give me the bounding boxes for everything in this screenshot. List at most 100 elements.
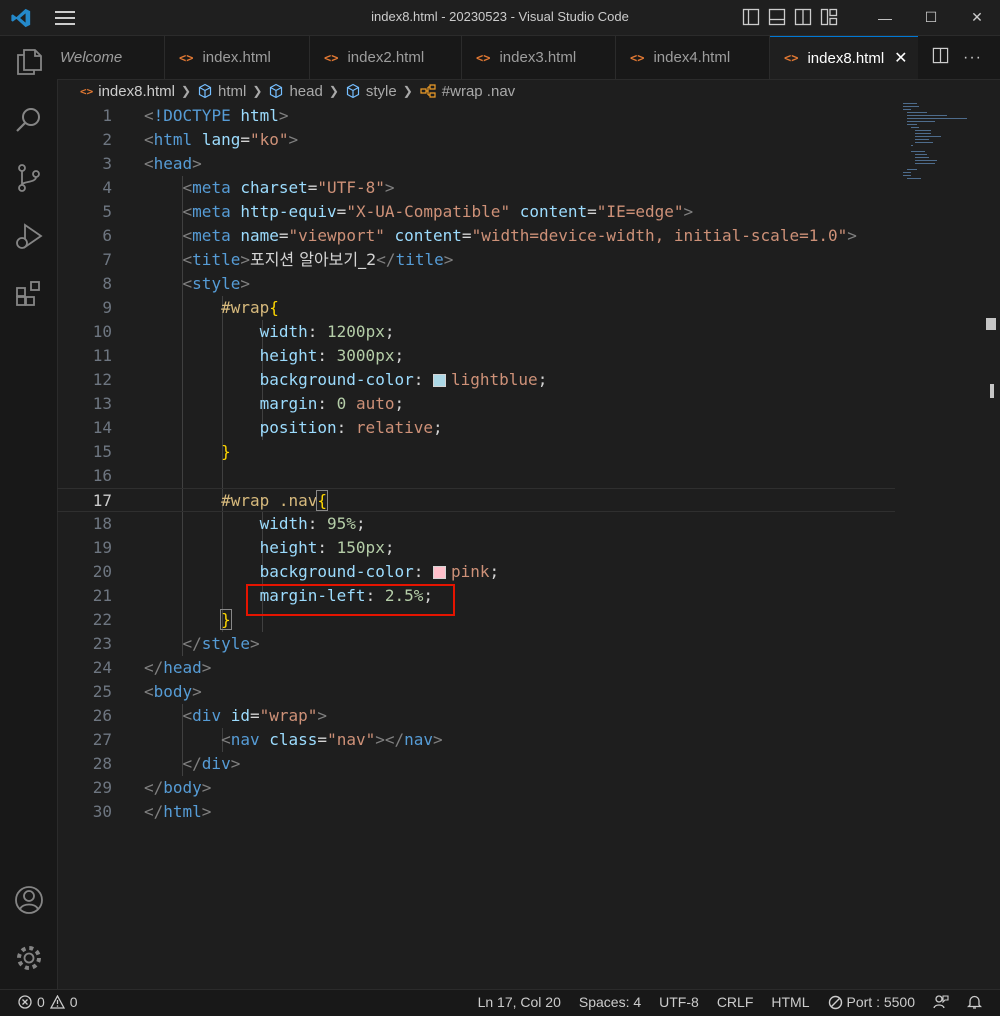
tab-label: index2.html xyxy=(347,49,425,66)
code-line: 23 </style> xyxy=(57,632,895,656)
line-number: 22 xyxy=(92,610,112,629)
line-number: 10 xyxy=(92,322,112,341)
toggle-panel-icon[interactable] xyxy=(768,8,786,26)
line-number: 15 xyxy=(92,442,112,461)
minimap[interactable] xyxy=(895,101,985,181)
breadcrumb-selector[interactable]: #wrap .nav xyxy=(419,83,515,100)
search-icon[interactable] xyxy=(13,104,45,136)
color-swatch-icon[interactable] xyxy=(432,566,446,579)
language-mode[interactable]: HTML xyxy=(771,994,809,1010)
breadcrumb-file[interactable]: <> index8.html xyxy=(80,83,175,100)
line-number: 30 xyxy=(92,802,112,821)
toggle-secondary-sidebar-icon[interactable] xyxy=(794,8,812,26)
code-editor[interactable]: 1 <!DOCTYPE html> 2 <html lang="ko"> 3 <hea… xyxy=(57,104,952,989)
line-number: 29 xyxy=(92,778,112,797)
breadcrumb-html[interactable]: html xyxy=(197,83,246,100)
tab-index8[interactable]: <> index8.html ✕ xyxy=(770,36,922,79)
code-line: 8 <style> xyxy=(57,272,895,296)
run-debug-icon[interactable] xyxy=(13,220,45,252)
warning-icon xyxy=(49,995,65,1009)
problems-indicator[interactable]: 0 0 xyxy=(18,994,78,1010)
line-number: 14 xyxy=(92,418,112,437)
highlight-annotation-box xyxy=(246,584,455,616)
line-number: 12 xyxy=(92,370,112,389)
circle-slash-icon xyxy=(828,995,842,1009)
explorer-icon[interactable] xyxy=(13,46,45,78)
tab-index4[interactable]: <> index4.html xyxy=(616,36,770,79)
close-icon[interactable]: ✕ xyxy=(954,0,1000,35)
scrollbar-marker xyxy=(990,384,994,398)
port-label: Port : 5500 xyxy=(846,994,916,1010)
line-number: 28 xyxy=(92,754,112,773)
end-of-line[interactable]: CRLF xyxy=(717,994,754,1010)
customize-layout-icon[interactable] xyxy=(820,8,838,26)
code-line: 19 height: 150px; xyxy=(57,536,895,560)
element-cube-icon xyxy=(198,83,212,99)
line-number: 20 xyxy=(92,562,112,581)
color-swatch-icon[interactable] xyxy=(432,374,446,387)
code-line: 2 <html lang="ko"> xyxy=(57,128,895,152)
breadcrumb-label: style xyxy=(365,82,397,100)
code-line: 14 position: relative; xyxy=(57,416,895,440)
title-bar: index8.html - 20230523 - Visual Studio C… xyxy=(0,0,1000,36)
css-selector-icon xyxy=(420,84,436,98)
cursor-position[interactable]: Ln 17, Col 20 xyxy=(478,994,561,1010)
line-number: 23 xyxy=(92,634,112,653)
html-file-icon: <> xyxy=(630,50,645,65)
line-number: 21 xyxy=(92,586,112,605)
account-icon[interactable] xyxy=(13,884,45,916)
line-number: 8 xyxy=(102,274,112,293)
code-line: 5 <meta http-equiv="X-UA-Compatible" con… xyxy=(57,200,895,224)
indentation-label: Spaces: 4 xyxy=(578,994,642,1010)
line-number: 25 xyxy=(92,682,112,701)
line-number: 13 xyxy=(92,394,112,413)
source-control-icon[interactable] xyxy=(13,162,45,194)
line-number: 9 xyxy=(102,298,112,317)
code-line: 22 } xyxy=(57,608,895,632)
language-label: HTML xyxy=(771,994,810,1010)
indentation[interactable]: Spaces: 4 xyxy=(579,994,641,1010)
split-editor-icon[interactable] xyxy=(932,47,949,69)
tab-index[interactable]: <> index.html xyxy=(165,36,310,79)
notifications-button[interactable] xyxy=(967,994,982,1010)
more-actions-icon[interactable]: ··· xyxy=(963,49,982,67)
tab-label: index3.html xyxy=(499,49,577,66)
encoding[interactable]: UTF-8 xyxy=(659,994,699,1010)
code-line-current: 17 #wrap .nav{ xyxy=(57,488,895,512)
code-line: 16 xyxy=(57,464,895,488)
line-number: 6 xyxy=(102,226,112,245)
breadcrumb-label: index8.html xyxy=(98,82,175,100)
encoding-label: UTF-8 xyxy=(659,994,699,1010)
tab-label: index.html xyxy=(202,49,271,66)
breadcrumb-style[interactable]: style xyxy=(345,83,397,100)
breadcrumb-label: #wrap .nav xyxy=(441,82,516,100)
html-file-icon: <> xyxy=(784,51,799,65)
code-line: 21 margin-left: 2.5%; xyxy=(57,584,895,608)
window-title: index8.html - 20230523 - Visual Studio C… xyxy=(371,9,629,24)
bell-icon xyxy=(967,995,982,1009)
extensions-icon[interactable] xyxy=(13,278,45,310)
feedback-button[interactable] xyxy=(933,994,949,1010)
code-line: 15 } xyxy=(57,440,895,464)
chevron-right-icon: ❯ xyxy=(252,84,263,98)
live-server-port[interactable]: Port : 5500 xyxy=(828,994,916,1010)
code-line: 3 <head> xyxy=(57,152,895,176)
maximize-icon[interactable]: ☐ xyxy=(908,0,954,35)
settings-gear-icon[interactable] xyxy=(13,942,45,974)
toggle-primary-sidebar-icon[interactable] xyxy=(742,8,760,26)
tab-index3[interactable]: <> index3.html xyxy=(462,36,616,79)
html-file-icon: <> xyxy=(476,50,491,65)
line-number: 4 xyxy=(102,178,112,197)
tab-index2[interactable]: <> index2.html xyxy=(310,36,462,79)
tab-welcome[interactable]: Welcome xyxy=(57,36,165,79)
line-number: 18 xyxy=(92,514,112,533)
tab-label: index8.html xyxy=(807,49,885,67)
close-tab-icon[interactable]: ✕ xyxy=(894,48,907,68)
breadcrumb-head[interactable]: head xyxy=(268,83,323,100)
element-cube-icon xyxy=(346,83,359,99)
html-file-icon: <> xyxy=(80,84,94,98)
code-line: 1 <!DOCTYPE html> xyxy=(57,104,895,128)
minimize-icon[interactable]: — xyxy=(862,0,908,35)
warning-count: 0 xyxy=(69,994,78,1010)
line-number: 7 xyxy=(102,250,112,269)
